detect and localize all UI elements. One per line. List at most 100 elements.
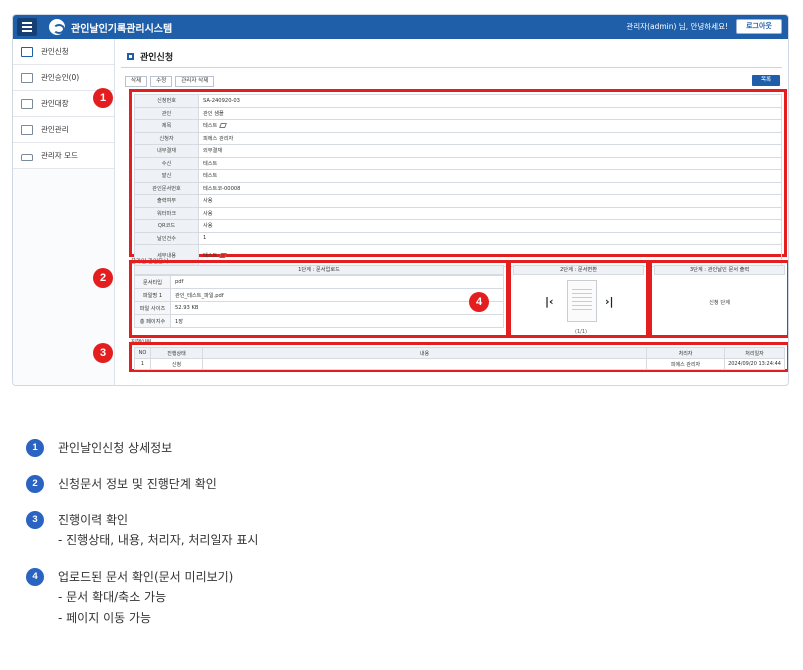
callout-badge-4: 4	[469, 292, 489, 312]
legend-number: 1	[26, 439, 44, 457]
row-key: 발신	[134, 169, 199, 183]
history-date: 2024/09/20 13:24:44	[724, 358, 785, 370]
edit-pencil-icon[interactable]	[219, 123, 228, 129]
last-page-icon[interactable]: ›|	[605, 295, 614, 308]
table-row: 신청자 피에스 관리자	[134, 131, 782, 145]
page-title-text: 관인신청	[140, 53, 174, 63]
user-greeting: 관리자(admin) 님, 안녕하세요!	[626, 22, 728, 31]
row-value: 테스트	[198, 119, 782, 133]
row-key: QR코드	[134, 219, 199, 233]
top-bar: 관인날인기록관리시스템 관리자(admin) 님, 안녕하세요! 로그아웃	[13, 15, 788, 39]
table-row: 워터마크 사용	[134, 206, 782, 220]
history-table: NO 진행상태 내용 처리자 처리일자 1 신청 피에스 관리자 2024/09…	[134, 347, 785, 370]
detail-info-panel: 신청번호 SA-240920-03 관인 관인 샘플 제목 테스트 신청자 피에스 관리…	[129, 89, 787, 267]
row-value: 1장	[170, 314, 504, 328]
step3-header: 3단계 : 관인날인 문서 출력	[654, 265, 785, 275]
file-info-table: 문서타입 pdf 파일명 1 관인_테스트_파일.pdf 파일 사이즈 52.93 K…	[134, 275, 504, 328]
legend-text: 신청문서 정보 및 진행단계 확인	[58, 477, 217, 491]
row-value: 테스트	[198, 156, 782, 170]
logout-button[interactable]: 로그아웃	[736, 19, 782, 34]
row-value: 테스트코-00008	[198, 181, 782, 195]
legend-number: 4	[26, 568, 44, 586]
delete-button[interactable]: 삭제	[125, 76, 148, 87]
legend-item: 2 신청문서 정보 및 진행단계 확인	[26, 475, 258, 494]
history-status: 신청	[150, 358, 203, 370]
table-row: 날인건수 1	[134, 231, 782, 245]
legend-text: 진행이력 확인	[58, 513, 129, 527]
legend-subtext: - 진행상태, 내용, 처리자, 처리일자 표시	[58, 533, 259, 547]
row-value: 피에스 관리자	[198, 131, 782, 145]
row-key: 관인	[134, 106, 199, 120]
row-value: pdf	[170, 275, 504, 289]
table-row: 수신 테스트	[134, 156, 782, 170]
row-key: 제목	[134, 119, 199, 133]
row-value-text: 테스트	[203, 253, 218, 259]
first-page-icon[interactable]: |‹	[545, 295, 554, 308]
col-header: 처리일자	[724, 347, 785, 359]
ledger-icon	[21, 98, 33, 109]
table-row: 내부결재 외부결재	[134, 144, 782, 158]
row-value: 외부결재	[198, 144, 782, 158]
sidebar-item-seal-request[interactable]: 관인신청	[13, 39, 114, 65]
history-no: 1	[134, 358, 151, 370]
legend-text: 업로드된 문서 확인(문서 미리보기)	[58, 570, 234, 584]
row-value: SA-240920-03	[198, 94, 782, 108]
row-key: 신청자	[134, 131, 199, 145]
table-row: 문서타입 pdf	[134, 275, 504, 289]
app-title: 관인날인기록관리시스템	[71, 23, 173, 35]
document-preview: |‹ ›| (1/1)	[513, 275, 644, 335]
seal-icon	[21, 124, 33, 135]
sidebar-item-seal-management[interactable]: 관인관리	[13, 117, 114, 143]
table-row: 파일명 1 관인_테스트_파일.pdf	[134, 288, 504, 302]
legend: 1 관인날인신청 상세정보 2 신청문서 정보 및 진행단계 확인 3 진행이력…	[26, 439, 258, 646]
col-header: NO	[134, 347, 151, 359]
history-header-row: NO 진행상태 내용 처리자 처리일자	[134, 347, 785, 359]
row-value: 1	[198, 231, 782, 245]
sidebar-item-admin-mode[interactable]: 관리자 모드	[13, 143, 114, 169]
legend-number: 2	[26, 475, 44, 493]
step1-header: 1단계 : 문서업로드	[134, 265, 504, 275]
row-value: 52.93 KB	[170, 301, 504, 315]
table-row: 출력여부 사용	[134, 194, 782, 208]
sidebar-item-label: 관리자 모드	[41, 151, 78, 160]
legend-item: 1 관인날인신청 상세정보	[26, 439, 258, 458]
row-key: 관인문서번호	[134, 181, 199, 195]
step1-upload-panel: 1단계 : 문서업로드 문서타입 pdf 파일명 1 관인_테스트_파일.pdf 파…	[129, 260, 509, 338]
row-key: 내부결재	[134, 144, 199, 158]
row-key: 수신	[134, 156, 199, 170]
table-row: 관인문서번호 테스트코-00008	[134, 181, 782, 195]
step2-header: 2단계 : 문서변환	[513, 265, 644, 275]
row-key: 문서타입	[134, 275, 171, 289]
edit-button[interactable]: 수정	[150, 76, 173, 87]
table-row: 관인 관인 샘플	[134, 106, 782, 120]
sidebar-item-seal-approval[interactable]: 관인승인(0)	[13, 65, 114, 91]
list-button[interactable]: 목록	[752, 75, 780, 86]
hamburger-menu-icon[interactable]	[17, 18, 37, 36]
row-key: 출력여부	[134, 194, 199, 208]
page-title: 관인신청	[127, 50, 173, 63]
row-value-text: 테스트	[203, 123, 218, 130]
step2-convert-panel: 2단계 : 문서변환 |‹ ›| (1/1)	[508, 260, 649, 338]
history-panel: NO 진행상태 내용 처리자 처리일자 1 신청 피에스 관리자 2024/09…	[129, 342, 788, 372]
edit-pencil-icon[interactable]	[219, 253, 228, 258]
admin-delete-button[interactable]: 관리자 삭제	[175, 76, 215, 87]
legend-item: 4 업로드된 문서 확인(문서 미리보기) - 문서 확대/축소 가능 - 페이…	[26, 568, 258, 629]
row-key: 날인건수	[134, 231, 199, 245]
step3-output-panel: 3단계 : 관인날인 문서 출력 신청 단계	[649, 260, 788, 338]
row-key: 파일명 1	[134, 288, 171, 302]
divider	[121, 67, 782, 68]
sidebar-item-label: 관인신청	[41, 47, 69, 56]
app-screenshot: 관인날인기록관리시스템 관리자(admin) 님, 안녕하세요! 로그아웃 관인…	[12, 14, 789, 386]
row-value: 관인 샘플	[198, 106, 782, 120]
logo-icon	[49, 19, 65, 35]
row-value: 사용	[198, 194, 782, 208]
table-row: 신청번호 SA-240920-03	[134, 94, 782, 108]
page-thumbnail[interactable]	[567, 280, 597, 322]
row-value: 사용	[198, 206, 782, 220]
file-link[interactable]: 관인_테스트_파일.pdf	[170, 288, 504, 302]
legend-text: 관인날인신청 상세정보	[58, 441, 173, 455]
row-key: 파일 사이즈	[134, 301, 171, 315]
legend-number: 3	[26, 511, 44, 529]
callout-badge-3: 3	[93, 343, 113, 363]
row-key: 워터마크	[134, 206, 199, 220]
